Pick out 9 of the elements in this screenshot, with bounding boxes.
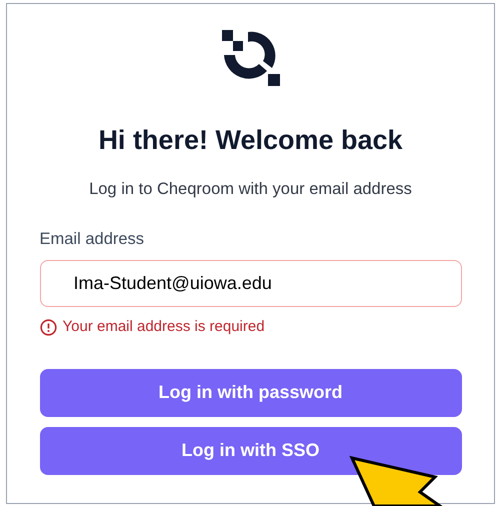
- login-button[interactable]: Log in with SSO: [40, 426, 462, 474]
- cursor-icon: [348, 455, 443, 506]
- error-icon: [40, 318, 56, 336]
- error-message: Your email address is required: [62, 317, 265, 337]
- login-button[interactable]: Log in with password: [40, 368, 462, 416]
- subtitle: Log in to Cheqroom with your email address: [89, 178, 412, 200]
- email-input[interactable]: Ima-Student@uiowa.edu: [40, 260, 462, 307]
- heading: Hi there! Welcome back: [98, 124, 403, 157]
- field-label: Email address: [40, 229, 146, 250]
